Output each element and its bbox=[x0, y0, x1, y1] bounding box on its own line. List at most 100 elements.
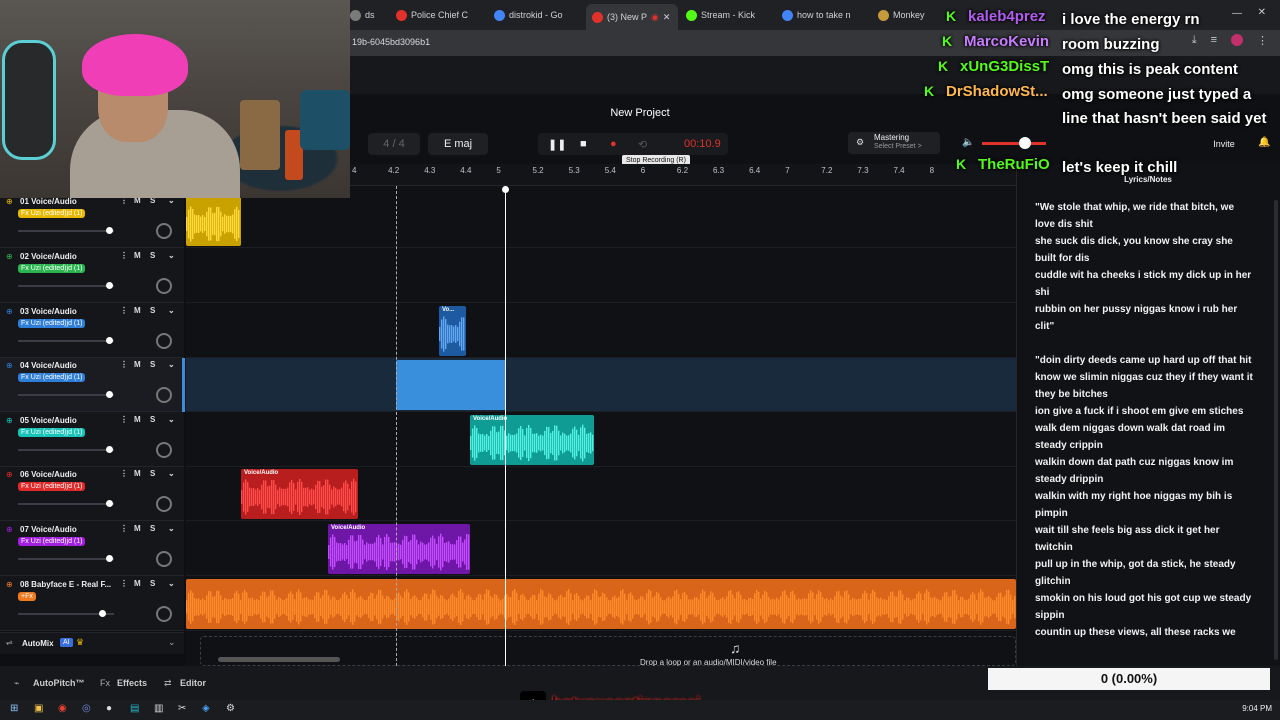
playhead[interactable] bbox=[505, 186, 506, 666]
audio-clip[interactable]: Voice/Audio bbox=[328, 524, 470, 574]
track-lane[interactable] bbox=[186, 522, 1016, 576]
volume-fader[interactable] bbox=[18, 503, 114, 505]
chevron-down-icon[interactable]: ⌄ bbox=[168, 306, 175, 315]
effects-tab[interactable]: Effects bbox=[117, 678, 147, 688]
tab-4[interactable]: Stream - Kick bbox=[686, 6, 776, 24]
invite-button[interactable]: Invite bbox=[1204, 133, 1244, 155]
track-menu-icon[interactable]: ⋮ bbox=[120, 360, 128, 369]
volume-fader-handle[interactable] bbox=[106, 227, 114, 234]
pan-knob[interactable] bbox=[156, 606, 172, 622]
master-volume-knob[interactable] bbox=[1019, 137, 1031, 149]
chevron-down-icon[interactable]: ⌄ bbox=[168, 579, 175, 588]
volume-fader[interactable] bbox=[18, 340, 114, 342]
track-fx-tag[interactable]: Fx Uzi (edited)jd (1) bbox=[18, 209, 86, 218]
track-fx-tag[interactable]: Fx Uzi (edited)jd (1) bbox=[18, 373, 86, 382]
mute-button[interactable]: M bbox=[134, 579, 141, 588]
solo-button[interactable]: S bbox=[150, 469, 155, 478]
track-fx-tag[interactable]: +Fx bbox=[18, 592, 36, 601]
mute-button[interactable]: M bbox=[134, 251, 141, 260]
lyrics-text[interactable]: "We stole that whip, we ride that bitch,… bbox=[1035, 199, 1255, 641]
bell-icon[interactable]: 🔔 bbox=[1258, 137, 1270, 148]
chevron-down-icon[interactable]: ⌄ bbox=[168, 637, 176, 648]
volume-fader-handle[interactable] bbox=[106, 337, 114, 344]
mute-button[interactable]: M bbox=[134, 469, 141, 478]
audio-clip[interactable] bbox=[186, 579, 1016, 629]
pan-knob[interactable] bbox=[156, 223, 172, 239]
audio-clip[interactable]: Vo... bbox=[439, 306, 466, 356]
windows-start-icon[interactable]: ⊞ bbox=[10, 703, 18, 714]
volume-fader[interactable] bbox=[18, 394, 114, 396]
loop-icon[interactable]: ⟲ bbox=[638, 138, 647, 151]
playhead-handle[interactable] bbox=[502, 186, 509, 193]
pan-knob[interactable] bbox=[156, 496, 172, 512]
volume-fader[interactable] bbox=[18, 285, 114, 287]
track-fx-tag[interactable]: Fx Uzi (edited)jd (1) bbox=[18, 537, 86, 546]
lyrics-scrollbar[interactable] bbox=[1274, 200, 1278, 660]
track-header[interactable]: ⊕ 01 Voice/Audio Fx Uzi (edited)jd (1) ⋮ M S ⌄ bbox=[0, 194, 184, 248]
close-tab-icon[interactable]: ✕ bbox=[663, 12, 671, 23]
volume-fader-handle[interactable] bbox=[106, 446, 114, 453]
stop-icon[interactable]: ■ bbox=[580, 138, 587, 150]
pause-icon[interactable]: ❚❚ bbox=[548, 138, 566, 151]
mute-button[interactable]: M bbox=[134, 524, 141, 533]
volume-fader[interactable] bbox=[18, 449, 114, 451]
track-menu-icon[interactable]: ⋮ bbox=[120, 579, 128, 588]
capcut-icon[interactable]: ✂ bbox=[178, 703, 186, 714]
master-volume-slider[interactable] bbox=[982, 142, 1046, 145]
audio-clip[interactable]: Voice/Audio bbox=[470, 415, 594, 465]
track-menu-icon[interactable]: ⋮ bbox=[120, 524, 128, 533]
tab-2[interactable]: distrokid - Go bbox=[494, 6, 584, 24]
pan-knob[interactable] bbox=[156, 551, 172, 567]
solo-button[interactable]: S bbox=[150, 524, 155, 533]
autopitch-tab[interactable]: AutoPitch™ bbox=[33, 678, 85, 688]
tab-1[interactable]: Police Chief C bbox=[396, 6, 486, 24]
solo-button[interactable]: S bbox=[150, 306, 155, 315]
track-menu-icon[interactable]: ⋮ bbox=[120, 469, 128, 478]
track-fx-tag[interactable]: Fx Uzi (edited)jd (1) bbox=[18, 264, 86, 273]
track-fx-tag[interactable]: Fx Uzi (edited)jd (1) bbox=[18, 319, 86, 328]
track-header[interactable]: ⊕ 04 Voice/Audio Fx Uzi (edited)jd (1) ⋮ M S ⌄ bbox=[0, 358, 184, 412]
mute-button[interactable]: M bbox=[134, 306, 141, 315]
chevron-down-icon[interactable]: ⌄ bbox=[168, 524, 175, 533]
mute-button[interactable]: M bbox=[134, 415, 141, 424]
track-header[interactable]: ⊕ 07 Voice/Audio Fx Uzi (edited)jd (1) ⋮ M S ⌄ bbox=[0, 522, 184, 576]
volume-fader-handle[interactable] bbox=[106, 391, 114, 398]
pan-knob[interactable] bbox=[156, 387, 172, 403]
solo-button[interactable]: S bbox=[150, 415, 155, 424]
volume-fader-handle[interactable] bbox=[106, 500, 114, 507]
chevron-down-icon[interactable]: ⌄ bbox=[168, 469, 175, 478]
key-selector[interactable]: E maj bbox=[428, 133, 488, 155]
record-icon[interactable]: ● bbox=[610, 138, 617, 150]
solo-button[interactable]: S bbox=[150, 251, 155, 260]
file-explorer-icon[interactable]: ▣ bbox=[34, 703, 43, 714]
volume-fader[interactable] bbox=[18, 230, 114, 232]
discord-icon[interactable]: ◎ bbox=[82, 703, 91, 714]
track-lane[interactable] bbox=[186, 358, 1016, 412]
horizontal-scrollbar[interactable] bbox=[218, 657, 340, 662]
settings-icon[interactable]: ⚙ bbox=[226, 703, 235, 714]
track-fx-tag[interactable]: Fx Uzi (edited)jd (1) bbox=[18, 428, 86, 437]
mute-button[interactable]: M bbox=[134, 360, 141, 369]
volume-fader[interactable] bbox=[18, 558, 114, 560]
volume-fader-handle[interactable] bbox=[106, 555, 114, 562]
track-lane[interactable] bbox=[186, 413, 1016, 467]
tab-6[interactable]: Monkey bbox=[878, 6, 948, 24]
chrome-icon[interactable]: ◉ bbox=[58, 703, 67, 714]
mastering-button[interactable]: ⚙ Mastering Select Preset > bbox=[848, 132, 940, 154]
track-lane[interactable] bbox=[186, 304, 1016, 358]
speaker-icon[interactable]: 🔈 bbox=[962, 137, 974, 148]
track-fx-tag[interactable]: Fx Uzi (edited)jd (1) bbox=[18, 482, 86, 491]
volume-fader-handle[interactable] bbox=[99, 610, 107, 617]
track-header[interactable]: ⊕ 06 Voice/Audio Fx Uzi (edited)jd (1) ⋮ M S ⌄ bbox=[0, 467, 184, 521]
track-header[interactable]: ⊕ 08 Babyface E - Real F... +Fx ⋮ M S ⌄ bbox=[0, 577, 184, 631]
volume-fader-handle[interactable] bbox=[106, 282, 114, 289]
chevron-down-icon[interactable]: ⌄ bbox=[168, 251, 175, 260]
chevron-down-icon[interactable]: ⌄ bbox=[168, 360, 175, 369]
obs-icon[interactable]: ● bbox=[106, 703, 112, 714]
pan-knob[interactable] bbox=[156, 442, 172, 458]
tab-5[interactable]: how to take n bbox=[782, 6, 870, 24]
track-header[interactable]: ⊕ 03 Voice/Audio Fx Uzi (edited)jd (1) ⋮ M S ⌄ bbox=[0, 304, 184, 358]
track-header[interactable]: ⊕ 02 Voice/Audio Fx Uzi (edited)jd (1) ⋮ M S ⌄ bbox=[0, 249, 184, 303]
track-menu-icon[interactable]: ⋮ bbox=[120, 415, 128, 424]
track-header[interactable]: ⊕ 05 Voice/Audio Fx Uzi (edited)jd (1) ⋮ M S ⌄ bbox=[0, 413, 184, 467]
